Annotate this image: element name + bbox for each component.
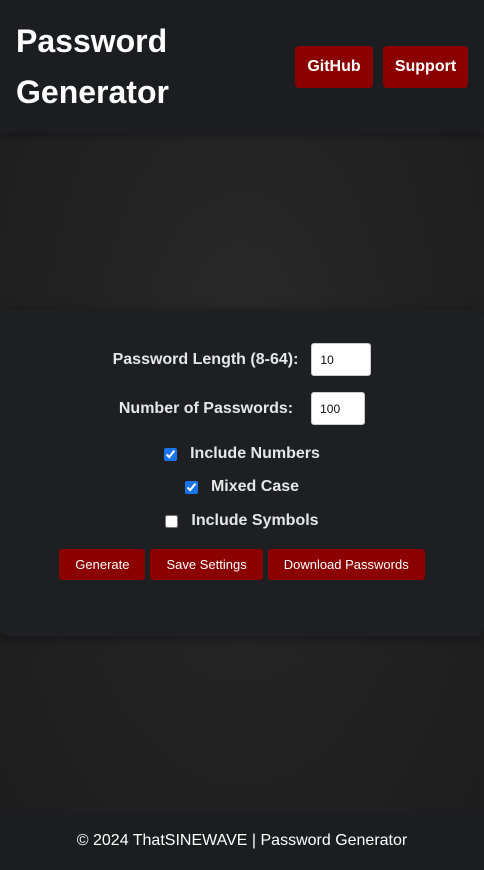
include-numbers-label: Include Numbers (190, 445, 320, 462)
password-length-row: Password Length (8-64): (0, 343, 484, 376)
include-symbols-label: Include Symbols (191, 512, 319, 529)
include-symbols-checkbox[interactable] (165, 514, 179, 528)
generate-button[interactable]: Generate (59, 549, 146, 580)
top-navbar: Password Generator GitHub Support (0, 0, 484, 133)
mixed-case-checkbox[interactable] (184, 480, 198, 494)
save-settings-button[interactable]: Save Settings (150, 549, 263, 580)
mixed-case-label: Mixed Case (210, 478, 300, 495)
password-count-input[interactable] (311, 392, 366, 425)
github-button[interactable]: GitHub (295, 46, 373, 88)
page-footer: © 2024 ThatSINEWAVE | Password Generator (0, 812, 484, 870)
include-numbers-checkbox[interactable] (164, 447, 178, 461)
include-numbers-option: Include Numbers (0, 442, 484, 466)
password-count-label: Number of Passwords: (118, 399, 294, 417)
action-buttons: Generate Save Settings Download Password… (0, 549, 484, 580)
app-title: Password Generator (16, 23, 169, 110)
footer-text: © 2024 ThatSINEWAVE | Password Generator (76, 832, 408, 849)
download-passwords-button[interactable]: Download Passwords (267, 549, 425, 580)
password-length-input[interactable] (311, 343, 372, 376)
password-length-label: Password Length (8-64): (112, 350, 299, 368)
mixed-case-option: Mixed Case (0, 475, 484, 499)
support-button[interactable]: Support (383, 46, 468, 88)
include-symbols-option: Include Symbols (0, 509, 484, 533)
password-count-row: Number of Passwords: (0, 392, 484, 425)
